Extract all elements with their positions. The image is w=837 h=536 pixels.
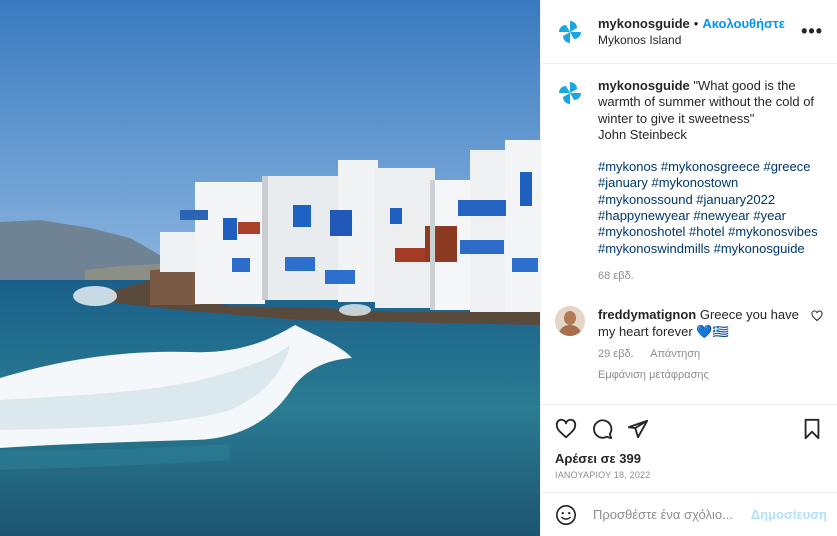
header-username[interactable]: mykonosguide (598, 16, 690, 31)
heart-icon[interactable] (555, 418, 577, 440)
caption: mykonosguide "What good is the warmth of… (555, 78, 823, 284)
share-icon[interactable] (627, 418, 649, 440)
avatar[interactable] (555, 306, 585, 337)
pinwheel-logo-icon[interactable] (555, 78, 585, 108)
caption-age: 68 εβδ. (598, 269, 634, 282)
reply-button[interactable]: Απάντηση (650, 348, 700, 360)
action-bar: Αρέσει σε 399 ΙΑΝΟΥΑΡΙΟΥ 18, 2022 (541, 404, 837, 480)
mykonos-photo (0, 0, 540, 536)
instagram-post: mykonosguide • Ακολουθήστε Mykonos Island … (0, 0, 837, 536)
emoji-icon[interactable] (555, 504, 577, 526)
comment-age: 29 εβδ. (598, 348, 634, 361)
comment-input[interactable] (591, 506, 751, 523)
post-date: ΙΑΝΟΥΑΡΙΟΥ 18, 2022 (555, 470, 651, 480)
post-photo[interactable] (0, 0, 540, 536)
post-comment-button[interactable]: Δημοσίευση (751, 507, 827, 522)
caption-author: John Steinbeck (598, 126, 687, 142)
location-link[interactable]: Mykonos Island (598, 32, 801, 49)
see-translation-button[interactable]: Εμφάνιση μετάφρασης (598, 367, 808, 384)
more-options-icon[interactable]: ••• (801, 21, 823, 42)
comment-icon[interactable] (591, 418, 613, 440)
comment-item: freddymatignon Greece you have my heart … (555, 306, 823, 384)
add-comment-bar: Δημοσίευση (541, 492, 837, 536)
comment-username[interactable]: freddymatignon (598, 307, 696, 322)
header-text: mykonosguide • Ακολουθήστε Mykonos Island (598, 15, 801, 49)
likes-count[interactable]: Αρέσει σε 399 (555, 451, 823, 466)
caption-hashtags[interactable]: #mykonos #mykonosgreece #greece #january… (598, 159, 820, 257)
caption-body: mykonosguide "What good is the warmth of… (598, 78, 820, 284)
post-sidebar: mykonosguide • Ακολουθήστε Mykonos Island … (540, 0, 837, 536)
pinwheel-logo-icon[interactable] (555, 16, 585, 47)
bookmark-icon[interactable] (801, 418, 823, 440)
comments-section: mykonosguide "What good is the warmth of… (541, 64, 837, 404)
header-separator: • (693, 15, 699, 31)
comment-body: freddymatignon Greece you have my heart … (598, 306, 808, 384)
post-header: mykonosguide • Ακολουθήστε Mykonos Island … (541, 0, 837, 64)
small-heart-icon[interactable] (811, 310, 823, 322)
caption-username[interactable]: mykonosguide (598, 78, 690, 93)
action-icons (555, 417, 823, 441)
follow-button[interactable]: Ακολουθήστε (702, 16, 785, 31)
comment-meta: 29 εβδ. Απάντηση (598, 346, 808, 363)
